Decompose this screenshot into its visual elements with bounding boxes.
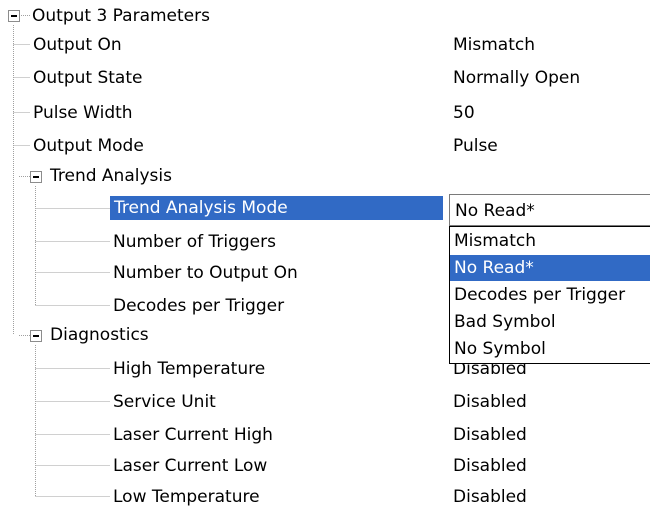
trend-analysis-mode-combobox[interactable]: No Read* xyxy=(449,194,650,226)
tree-item-laser-current-low[interactable]: Laser Current Low xyxy=(113,456,267,476)
tree-item-high-temperature[interactable]: High Temperature xyxy=(113,359,265,379)
value-pulse-width[interactable]: 50 xyxy=(453,103,475,123)
collapse-icon[interactable] xyxy=(30,171,42,183)
value-low-temperature[interactable]: Disabled xyxy=(453,487,527,507)
tree-item-output-on[interactable]: Output On xyxy=(33,35,122,55)
tree-item-trend-analysis-mode[interactable]: Trend Analysis Mode xyxy=(110,196,443,220)
tree-node-output-3-parameters[interactable]: Output 3 Parameters xyxy=(32,6,210,26)
combobox-value: No Read* xyxy=(455,201,535,221)
dropdown-option-bad-symbol[interactable]: Bad Symbol xyxy=(450,309,650,335)
dropdown-option-no-symbol[interactable]: No Symbol xyxy=(450,336,650,362)
dropdown-option-no-read[interactable]: No Read* xyxy=(450,255,650,281)
tree-item-number-to-output-on[interactable]: Number to Output On xyxy=(113,263,298,283)
parameter-tree: Output 3 Parameters Output On Mismatch O… xyxy=(0,0,650,509)
tree-item-pulse-width[interactable]: Pulse Width xyxy=(33,103,133,123)
dropdown-option-decodes-per-trigger[interactable]: Decodes per Trigger xyxy=(450,282,650,308)
tree-item-low-temperature[interactable]: Low Temperature xyxy=(113,487,260,507)
tree-item-decodes-per-trigger[interactable]: Decodes per Trigger xyxy=(113,296,284,316)
value-service-unit[interactable]: Disabled xyxy=(453,392,527,412)
value-output-mode[interactable]: Pulse xyxy=(453,136,498,156)
tree-node-diagnostics[interactable]: Diagnostics xyxy=(50,325,149,345)
tree-node-trend-analysis[interactable]: Trend Analysis xyxy=(50,166,172,186)
dropdown-option-mismatch[interactable]: Mismatch xyxy=(450,228,650,254)
tree-item-output-state[interactable]: Output State xyxy=(33,68,142,88)
tree-item-number-of-triggers[interactable]: Number of Triggers xyxy=(113,232,276,252)
collapse-icon[interactable] xyxy=(8,10,20,22)
tree-item-service-unit[interactable]: Service Unit xyxy=(113,392,216,412)
collapse-icon[interactable] xyxy=(30,330,42,342)
value-output-state[interactable]: Normally Open xyxy=(453,68,580,88)
trend-analysis-mode-dropdown: Mismatch No Read* Decodes per Trigger Ba… xyxy=(449,226,650,364)
value-laser-current-high[interactable]: Disabled xyxy=(453,425,527,445)
value-output-on[interactable]: Mismatch xyxy=(453,35,535,55)
tree-item-output-mode[interactable]: Output Mode xyxy=(33,136,144,156)
tree-item-laser-current-high[interactable]: Laser Current High xyxy=(113,425,273,445)
value-laser-current-low[interactable]: Disabled xyxy=(453,456,527,476)
